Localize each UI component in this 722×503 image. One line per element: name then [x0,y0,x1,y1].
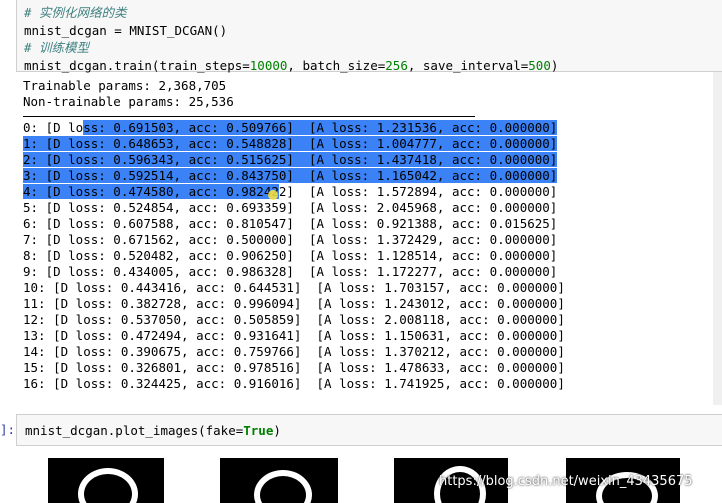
code-line-instantiate: mnist_dcgan = MNIST_DCGAN() [24,22,228,38]
trainable-params: Trainable params: 2,368,705 [23,78,227,93]
log-line: 0: [D loss: 0.691503, acc: 0.509766] [A … [23,120,558,135]
log-line: 13: [D loss: 0.472494, acc: 0.931641] [A… [23,328,565,343]
selection-highlight: 2: [D loss: 0.596343, acc: 0.515625] [A … [23,152,558,167]
selection-highlight: 4: [D loss: 0.474580, acc: 0.98242 [23,184,279,199]
save-interval-value: 500 [528,57,551,73]
mouse-cursor-icon [268,190,278,200]
training-log: 0: [D loss: 0.691503, acc: 0.509766] [A … [23,120,713,410]
code-text: ) [273,423,281,438]
output-separator [23,116,475,117]
log-line: 2: [D loss: 0.596343, acc: 0.515625] [A … [23,152,713,168]
log-line: 6: [D loss: 0.607588, acc: 0.810547] [A … [23,216,558,231]
code-keyword: True [243,423,274,438]
log-line: 4: [D loss: 0.474580, acc: 0.982422] [A … [23,184,558,199]
code-text: mnist_dcgan.train(train_steps= [24,57,250,73]
non-trainable-params: Non-trainable params: 25,536 [23,94,234,109]
log-line: 12: [D loss: 0.537050, acc: 0.505859] [A… [23,312,565,327]
output-scrollbar[interactable] [713,72,722,405]
log-line: 3: [D loss: 0.592514, acc: 0.843750] [A … [23,168,713,184]
log-line: 7: [D loss: 0.671562, acc: 0.500000] [A … [23,232,558,247]
code-line-train: mnist_dcgan.train(train_steps=10000, bat… [24,57,722,75]
log-line: 9: [D loss: 0.434005, acc: 0.986328] [A … [23,264,558,279]
log-line: 16: [D loss: 0.324425, acc: 0.916016] [A… [23,376,565,391]
log-line: 8: [D loss: 0.520482, acc: 0.906250] [A … [23,248,558,263]
cell-output: Trainable params: 2,368,705 Non-trainabl… [23,78,713,410]
code-cell-train[interactable]: # 实例化网络的类 mnist_dcgan = MNIST_DCGAN() # … [16,0,722,75]
selection-highlight: 1: [D loss: 0.648653, acc: 0.548828] [A … [23,136,558,151]
code-cell-plot[interactable]: mnist_dcgan.plot_images(fake=True) [16,414,722,446]
log-line: 1: [D loss: 0.648653, acc: 0.548828] [A … [23,136,713,152]
selection-highlight: ss: 0.691503, acc: 0.509766] [A loss: 1.… [83,120,558,135]
code-comment-train: # 训练模型 [24,40,90,55]
log-line: 10: [D loss: 0.443416, acc: 0.644531] [A… [23,280,565,295]
log-line: 5: [D loss: 0.524854, acc: 0.693359] [A … [23,200,558,215]
code-text: mnist_dcgan.plot_images(fake= [25,423,244,438]
code-text: , batch_size= [287,57,386,73]
log-line: 11: [D loss: 0.382728, acc: 0.996094] [A… [23,296,565,311]
batch-size-value: 256 [385,57,408,73]
generated-image-2 [220,458,338,503]
generated-image-1 [48,458,164,503]
train-steps-value: 10000 [249,57,288,73]
log-line: 14: [D loss: 0.390675, acc: 0.759766] [A… [23,344,565,359]
code-comment-instantiate: # 实例化网络的类 [24,5,127,20]
cell-prompt: ]: [0,422,16,437]
log-line: 15: [D loss: 0.326801, acc: 0.978516] [A… [23,360,565,375]
watermark-text: https://blog.csdn.net/weixin_43435675 [439,474,693,489]
code-text: ) [550,57,559,73]
selection-highlight: 3: [D loss: 0.592514, acc: 0.843750] [A … [23,168,558,183]
code-text: , save_interval= [407,57,529,73]
